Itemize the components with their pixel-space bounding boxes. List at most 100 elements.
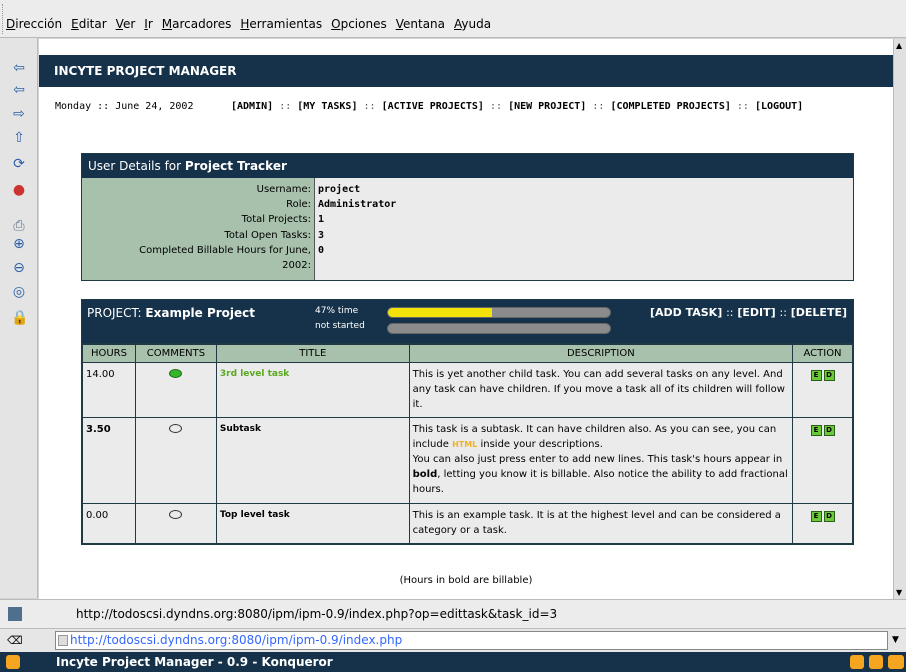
menu-marcadores[interactable]: Marcadores [162, 17, 232, 31]
status-bar: http://todoscsi.dyndns.org:8080/ipm/ipm-… [0, 599, 906, 628]
value-role: Administrator [318, 199, 397, 211]
print-icon[interactable]: ⎙ [11, 218, 27, 234]
action-cell: ED [792, 503, 853, 544]
menu-items: Dirección Editar Ver Ir Marcadores Herra… [6, 17, 491, 31]
task-title[interactable]: Top level task [215, 503, 410, 544]
location-url: http://todoscsi.dyndns.org:8080/ipm/ipm-… [70, 633, 403, 647]
nav-my-tasks[interactable]: [MY TASKS] [297, 101, 357, 112]
task-description: This is an example task. It is at the hi… [408, 503, 794, 544]
status-url: http://todoscsi.dyndns.org:8080/ipm/ipm-… [76, 607, 558, 621]
label-billable-hours-year: 2002: [282, 260, 311, 272]
nav-logout[interactable]: [LOGOUT] [755, 101, 803, 112]
minimize-icon[interactable] [850, 655, 864, 669]
nav-sep: :: [592, 101, 605, 112]
nav-sep: :: [363, 101, 376, 112]
menu-bar: Dirección Editar Ver Ir Marcadores Herra… [0, 0, 906, 38]
task-hours: 0.00 [82, 503, 136, 544]
back-arrow-icon[interactable]: ⇦ [11, 82, 27, 98]
user-details-heading: User Details for Project Tracker [82, 154, 853, 178]
menu-direccion[interactable]: Dirección [6, 17, 62, 31]
zoom-in-icon[interactable]: ⊕ [11, 236, 27, 252]
app-menu-icon[interactable] [6, 655, 20, 669]
edit-task-button[interactable]: E [810, 370, 822, 381]
location-bar: ⌫ http://todoscsi.dyndns.org:8080/ipm/ip… [0, 628, 906, 652]
location-input[interactable]: http://todoscsi.dyndns.org:8080/ipm/ipm-… [55, 631, 888, 650]
delete-task-button[interactable]: D [823, 370, 835, 381]
find-icon[interactable]: ◎ [11, 284, 27, 300]
action-cell: ED [792, 362, 853, 418]
vertical-scrollbar[interactable]: ▲ ▼ [893, 39, 906, 599]
toolbar-grip[interactable] [2, 4, 5, 34]
billable-footnote: (Hours in bold are billable) [399, 575, 533, 586]
menu-ir[interactable]: Ir [144, 17, 152, 31]
task-title[interactable]: Subtask [215, 417, 410, 504]
lock-icon[interactable]: 🔒 [11, 310, 28, 326]
menu-herramientas[interactable]: Herramientas [240, 17, 322, 31]
forward-arrow-icon[interactable]: ⇨ [11, 106, 27, 122]
task-title[interactable]: 3rd level task [215, 362, 410, 418]
desc-bold-word: bold [412, 469, 438, 480]
value-total-projects: 1 [318, 214, 325, 226]
delete-task-button[interactable]: D [823, 511, 835, 522]
menu-ayuda[interactable]: Ayuda [454, 17, 491, 31]
comment-bubble-icon[interactable] [169, 424, 183, 433]
reload-icon[interactable]: ⟳ [11, 156, 27, 172]
comment-bubble-icon[interactable] [169, 510, 183, 519]
up-arrow-icon[interactable]: ⇧ [11, 130, 27, 146]
scroll-down-icon[interactable]: ▼ [896, 588, 902, 597]
table-row: 0.00 Top level task This is an example t… [82, 503, 853, 544]
user-details-labels: Username: Role: Total Projects: Total Op… [82, 178, 315, 280]
menu-ventana[interactable]: Ventana [396, 17, 445, 31]
label-role: Role: [286, 199, 311, 211]
nav-completed-projects[interactable]: [COMPLETED PROJECTS] [610, 101, 730, 112]
task-description: This task is a subtask. It can have chil… [408, 417, 794, 504]
project-title: PROJECT: Example Project [87, 306, 255, 320]
heading-prefix: User Details for [88, 159, 182, 173]
clear-location-icon[interactable]: ⌫ [7, 634, 23, 647]
comment-bubble-icon[interactable] [169, 369, 183, 378]
stop-icon[interactable]: ● [11, 182, 27, 198]
delete-task-button[interactable]: D [823, 425, 835, 436]
table-row: 3.50 Subtask This task is a subtask. It … [82, 417, 853, 504]
nav-admin[interactable]: [ADMIN] [231, 101, 273, 112]
menu-opciones[interactable]: Opciones [331, 17, 387, 31]
menu-editar[interactable]: Editar [71, 17, 107, 31]
action-sep: :: [726, 306, 734, 319]
value-total-open-tasks: 3 [318, 229, 325, 241]
menu-ver[interactable]: Ver [116, 17, 136, 31]
nav-new-project[interactable]: [NEW PROJECT] [508, 101, 586, 112]
project-actions: [ADD TASK] :: [EDIT] :: [DELETE] [650, 306, 847, 319]
nav-sep: :: [489, 101, 503, 112]
time-progress-fill [388, 308, 493, 317]
add-task-link[interactable]: [ADD TASK] [650, 306, 722, 319]
col-hours: HOURS [82, 344, 136, 363]
close-icon[interactable] [888, 655, 904, 669]
nav-sep: :: [279, 101, 292, 112]
window-titlebar: Incyte Project Manager - 0.9 - Konqueror [0, 652, 906, 672]
chevron-down-icon[interactable]: ▼ [892, 635, 899, 645]
app-title: INCYTE PROJECT MANAGER [39, 55, 893, 87]
desc-part: , letting you know it is billable. Also … [412, 469, 788, 495]
scroll-up-icon[interactable]: ▲ [896, 41, 902, 50]
nav-active-projects[interactable]: [ACTIVE PROJECTS] [382, 101, 484, 112]
tasks-table: HOURS COMMENTS TITLE DESCRIPTION ACTION … [82, 344, 853, 544]
delete-project-link[interactable]: [DELETE] [791, 306, 847, 319]
action-cell: ED [792, 417, 853, 504]
back-arrow-icon[interactable]: ⇦ [11, 60, 27, 76]
nav-sep: :: [736, 101, 749, 112]
desc-part: You can also just press enter to add new… [412, 454, 783, 465]
desc-part: inside your descriptions. [480, 439, 603, 450]
status-icon [8, 607, 22, 621]
col-action: ACTION [792, 344, 853, 363]
status-progress-bar [387, 323, 611, 334]
edit-task-button[interactable]: E [810, 425, 822, 436]
action-sep: :: [779, 306, 787, 319]
col-description: DESCRIPTION [408, 344, 794, 363]
maximize-icon[interactable] [869, 655, 883, 669]
zoom-out-icon[interactable]: ⊖ [11, 260, 27, 276]
value-username: project [318, 184, 361, 195]
status-progress-label: not started [315, 321, 365, 331]
edit-task-button[interactable]: E [810, 511, 822, 522]
label-billable-hours: Completed Billable Hours for June, [139, 244, 311, 256]
edit-project-link[interactable]: [EDIT] [737, 306, 775, 319]
